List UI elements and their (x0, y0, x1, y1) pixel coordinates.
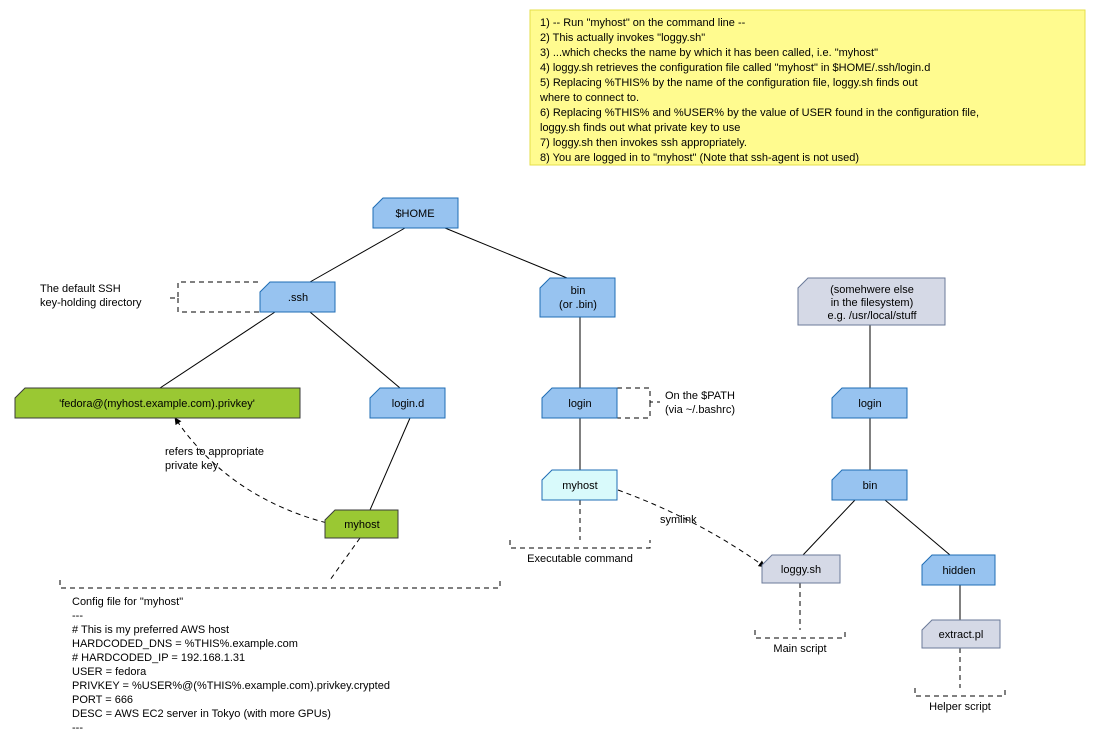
label-refers-2: private key (165, 460, 219, 472)
notebox-line: loggy.sh finds out what private key to u… (540, 122, 740, 134)
notebox-line: 4) loggy.sh retrieves the configuration … (540, 62, 930, 74)
config-line: HARDCODED_DNS = %THIS%.example.com (72, 638, 298, 650)
svg-text:bin: bin (863, 480, 878, 492)
diagram-canvas: 1) -- Run "myhost" on the command line -… (0, 0, 1110, 738)
label-refers-1: refers to appropriate (165, 446, 264, 458)
svg-text:bin: bin (571, 285, 586, 297)
node-extract: extract.pl (922, 620, 1000, 648)
label-exec-cmd: Executable command (527, 553, 633, 565)
svg-text:e.g. /usr/local/stuff: e.g. /usr/local/stuff (827, 310, 917, 322)
node-ssh: .ssh (260, 282, 335, 312)
svg-text:loggy.sh: loggy.sh (781, 564, 821, 576)
svg-text:(or .bin): (or .bin) (559, 299, 597, 311)
notebox: 1) -- Run "myhost" on the command line -… (530, 10, 1085, 165)
svg-text:login.d: login.d (392, 398, 424, 410)
svg-text:myhost: myhost (344, 519, 379, 531)
notebox-line: 3) ...which checks the name by which it … (540, 47, 878, 59)
label-ssh-default-1: The default SSH (40, 283, 121, 295)
svg-text:login: login (568, 398, 591, 410)
notebox-line: 6) Replacing %THIS% and %USER% by the va… (540, 107, 979, 119)
config-line: --- (72, 610, 83, 622)
config-line: PORT = 666 (72, 694, 133, 706)
node-privkey: 'fedora@(myhost.example.com).privkey' (15, 388, 300, 418)
config-line: # HARDCODED_IP = 192.168.1.31 (72, 652, 245, 664)
node-logind: login.d (370, 388, 445, 418)
config-line: # This is my preferred AWS host (72, 624, 229, 636)
svg-text:login: login (858, 398, 881, 410)
notebox-line: 1) -- Run "myhost" on the command line -… (540, 17, 746, 29)
label-main-script: Main script (773, 643, 826, 655)
label-helper-script: Helper script (929, 701, 991, 713)
notebox-line: 7) loggy.sh then invokes ssh appropriate… (540, 137, 747, 149)
config-line: USER = fedora (72, 666, 147, 678)
config-line: --- (72, 722, 83, 734)
notebox-line: 5) Replacing %THIS% by the name of the c… (540, 77, 918, 89)
node-myhost-cmd: myhost (542, 470, 617, 500)
notebox-line: where to connect to. (539, 92, 639, 104)
svg-text:'fedora@(myhost.example.com).p: 'fedora@(myhost.example.com).privkey' (59, 398, 255, 410)
node-loggy: loggy.sh (762, 555, 840, 583)
label-on-path-2: (via ~/.bashrc) (665, 404, 735, 416)
config-box: Config file for "myhost" --- # This is m… (72, 596, 390, 734)
config-line: PRIVKEY = %USER%@(%THIS%.example.com).pr… (72, 680, 390, 692)
svg-text:myhost: myhost (562, 480, 597, 492)
svg-text:(somehwere else: (somehwere else (830, 284, 914, 296)
svg-text:.ssh: .ssh (288, 292, 308, 304)
notebox-line: 8) You are logged in to "myhost" (Note t… (540, 152, 859, 164)
node-login-left: login (542, 388, 617, 418)
node-home: $HOME (373, 198, 458, 228)
svg-text:in the filesystem): in the filesystem) (831, 297, 914, 309)
node-myhost-cfg: myhost (325, 510, 398, 538)
label-symlink: symlink (660, 514, 697, 526)
node-bin: bin (or .bin) (540, 278, 615, 317)
node-elsewhere: (somehwere else in the filesystem) e.g. … (798, 278, 945, 325)
config-title: Config file for "myhost" (72, 596, 183, 608)
label-ssh-default-2: key-holding directory (40, 297, 142, 309)
node-hidden: hidden (922, 555, 995, 585)
svg-text:hidden: hidden (942, 565, 975, 577)
label-on-path-1: On the $PATH (665, 390, 735, 402)
node-login-right: login (832, 388, 907, 418)
config-line: DESC = AWS EC2 server in Tokyo (with mor… (72, 708, 331, 720)
node-bin2: bin (832, 470, 907, 500)
svg-text:$HOME: $HOME (395, 208, 434, 220)
svg-text:extract.pl: extract.pl (939, 629, 984, 641)
notebox-line: 2) This actually invokes "loggy.sh" (540, 32, 705, 44)
